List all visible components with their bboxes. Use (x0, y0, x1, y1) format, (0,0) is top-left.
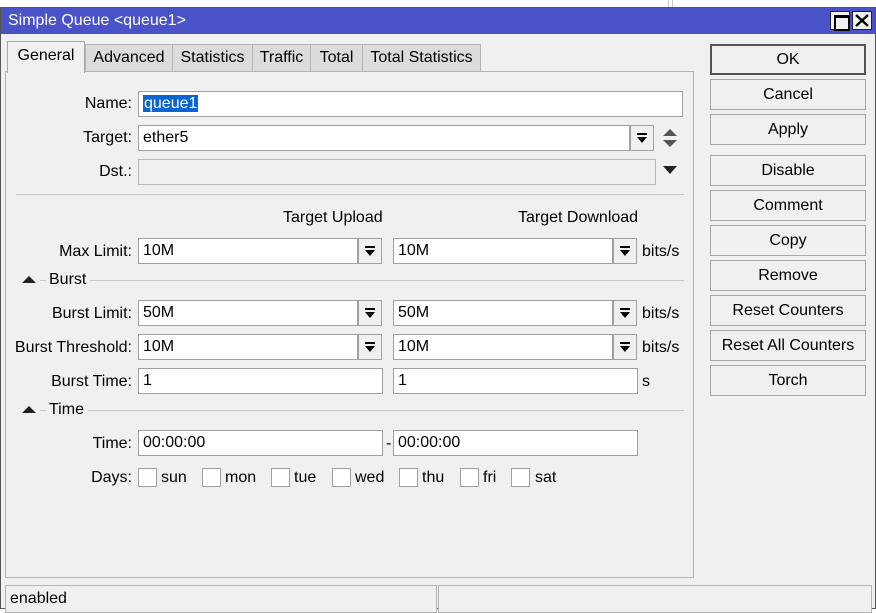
target-upload-header: Target Upload (283, 209, 383, 226)
day-tue-label: tue (294, 469, 317, 486)
target-label: Target: (83, 129, 132, 146)
day-mon-checkbox[interactable] (202, 468, 221, 487)
burst-threshold-download-dropdown-icon[interactable] (613, 334, 637, 360)
day-fri-checkbox[interactable] (460, 468, 479, 487)
max-limit-download-value: 10M (398, 242, 430, 259)
burst-time-label: Burst Time: (51, 373, 132, 390)
tab-advanced[interactable]: Advanced (85, 44, 173, 72)
burst-limit-download-input[interactable]: 50M (393, 300, 613, 326)
ok-button[interactable]: OK (710, 44, 866, 75)
day-tue-checkbox[interactable] (271, 468, 290, 487)
burst-time-download-value: 1 (398, 372, 407, 389)
burst-time-unit: s (642, 373, 650, 390)
burst-threshold-unit: bits/s (642, 339, 680, 356)
day-mon-label: mon (225, 469, 257, 486)
torch-button[interactable]: Torch (710, 365, 866, 396)
name-value: queue1 (143, 95, 199, 112)
day-sun-checkbox[interactable] (138, 468, 157, 487)
max-limit-unit: bits/s (642, 243, 680, 260)
maximize-icon[interactable] (830, 11, 850, 31)
title-bar[interactable]: Simple Queue <queue1> (1, 8, 875, 34)
dst-input[interactable] (138, 159, 656, 185)
burst-threshold-upload-input[interactable]: 10M (138, 334, 358, 360)
reset-counters-button[interactable]: Reset Counters (710, 295, 866, 326)
burst-time-upload-input[interactable]: 1 (138, 368, 383, 394)
burst-threshold-upload-dropdown-icon[interactable] (358, 334, 382, 360)
max-limit-download-input[interactable]: 10M (393, 238, 613, 264)
burst-threshold-upload-value: 10M (143, 338, 175, 355)
copy-button[interactable]: Copy (710, 225, 866, 256)
time-start-value: 00:00:00 (143, 434, 206, 451)
time-end-value: 00:00:00 (398, 434, 461, 451)
time-collapse-icon[interactable] (16, 400, 40, 420)
burst-threshold-download-input[interactable]: 10M (393, 334, 613, 360)
burst-limit-download-value: 50M (398, 304, 430, 321)
background-line (672, 0, 673, 7)
time-label: Time: (92, 435, 132, 452)
target-input[interactable]: ether5 (138, 125, 630, 151)
divider (16, 194, 684, 195)
burst-limit-upload-input[interactable]: 50M (138, 300, 358, 326)
name-label: Name: (84, 95, 132, 112)
general-panel: Name: queue1 Target: ether5 Dst.: Target… (5, 71, 694, 578)
burst-threshold-label: Burst Threshold: (14, 339, 132, 356)
tab-total-statistics[interactable]: Total Statistics (362, 44, 481, 72)
disable-button[interactable]: Disable (710, 155, 866, 186)
max-limit-upload-input[interactable]: 10M (138, 238, 358, 264)
burst-time-upload-value: 1 (143, 372, 152, 389)
burst-limit-upload-dropdown-icon[interactable] (358, 300, 382, 326)
burst-limit-unit: bits/s (642, 305, 680, 322)
close-icon[interactable] (852, 11, 872, 30)
tab-total[interactable]: Total (310, 44, 363, 72)
day-fri-label: fri (483, 469, 497, 486)
max-limit-label: Max Limit: (59, 243, 132, 260)
burst-collapse-icon[interactable] (16, 270, 40, 290)
burst-limit-download-dropdown-icon[interactable] (613, 300, 637, 326)
day-thu-label: thu (422, 469, 445, 486)
comment-button[interactable]: Comment (710, 190, 866, 221)
burst-time-download-input[interactable]: 1 (393, 368, 638, 394)
burst-limit-label: Burst Limit: (51, 305, 132, 322)
max-limit-upload-dropdown-icon[interactable] (358, 238, 382, 264)
remove-button[interactable]: Remove (710, 260, 866, 291)
max-limit-upload-value: 10M (143, 242, 175, 259)
reset-all-counters-button[interactable]: Reset All Counters (710, 330, 866, 361)
burst-section-title: Burst (46, 270, 91, 290)
up-down-arrow-icon[interactable] (661, 127, 679, 149)
day-sun-label: sun (161, 469, 187, 486)
burst-divider (16, 280, 684, 281)
target-download-header: Target Download (518, 209, 639, 226)
tab-statistics[interactable]: Statistics (172, 44, 253, 72)
dst-dropdown-arrow-icon[interactable] (663, 165, 677, 175)
day-thu-checkbox[interactable] (399, 468, 418, 487)
cancel-button[interactable]: Cancel (710, 79, 866, 110)
time-section-title: Time (46, 400, 88, 420)
dst-label: Dst.: (99, 163, 132, 180)
time-range-dash: - (386, 435, 392, 452)
tab-general[interactable]: General (7, 41, 85, 73)
simple-queue-window: Simple Queue <queue1> General Advanced S… (0, 7, 876, 613)
time-divider (16, 410, 684, 411)
target-dropdown-icon[interactable] (630, 125, 654, 151)
target-value: ether5 (143, 129, 189, 146)
name-input[interactable]: queue1 (138, 91, 683, 117)
burst-threshold-download-value: 10M (398, 338, 430, 355)
day-wed-label: wed (355, 469, 385, 486)
max-limit-download-dropdown-icon[interactable] (613, 238, 637, 264)
window-title: Simple Queue <queue1> (8, 12, 186, 29)
day-sat-label: sat (535, 469, 557, 486)
background-line (668, 0, 669, 7)
day-sat-checkbox[interactable] (511, 468, 530, 487)
burst-limit-upload-value: 50M (143, 304, 175, 321)
days-label: Days: (91, 469, 132, 486)
apply-button[interactable]: Apply (710, 114, 866, 145)
tab-traffic[interactable]: Traffic (252, 44, 311, 72)
time-start-input[interactable]: 00:00:00 (138, 430, 383, 456)
day-wed-checkbox[interactable] (332, 468, 351, 487)
time-end-input[interactable]: 00:00:00 (393, 430, 638, 456)
